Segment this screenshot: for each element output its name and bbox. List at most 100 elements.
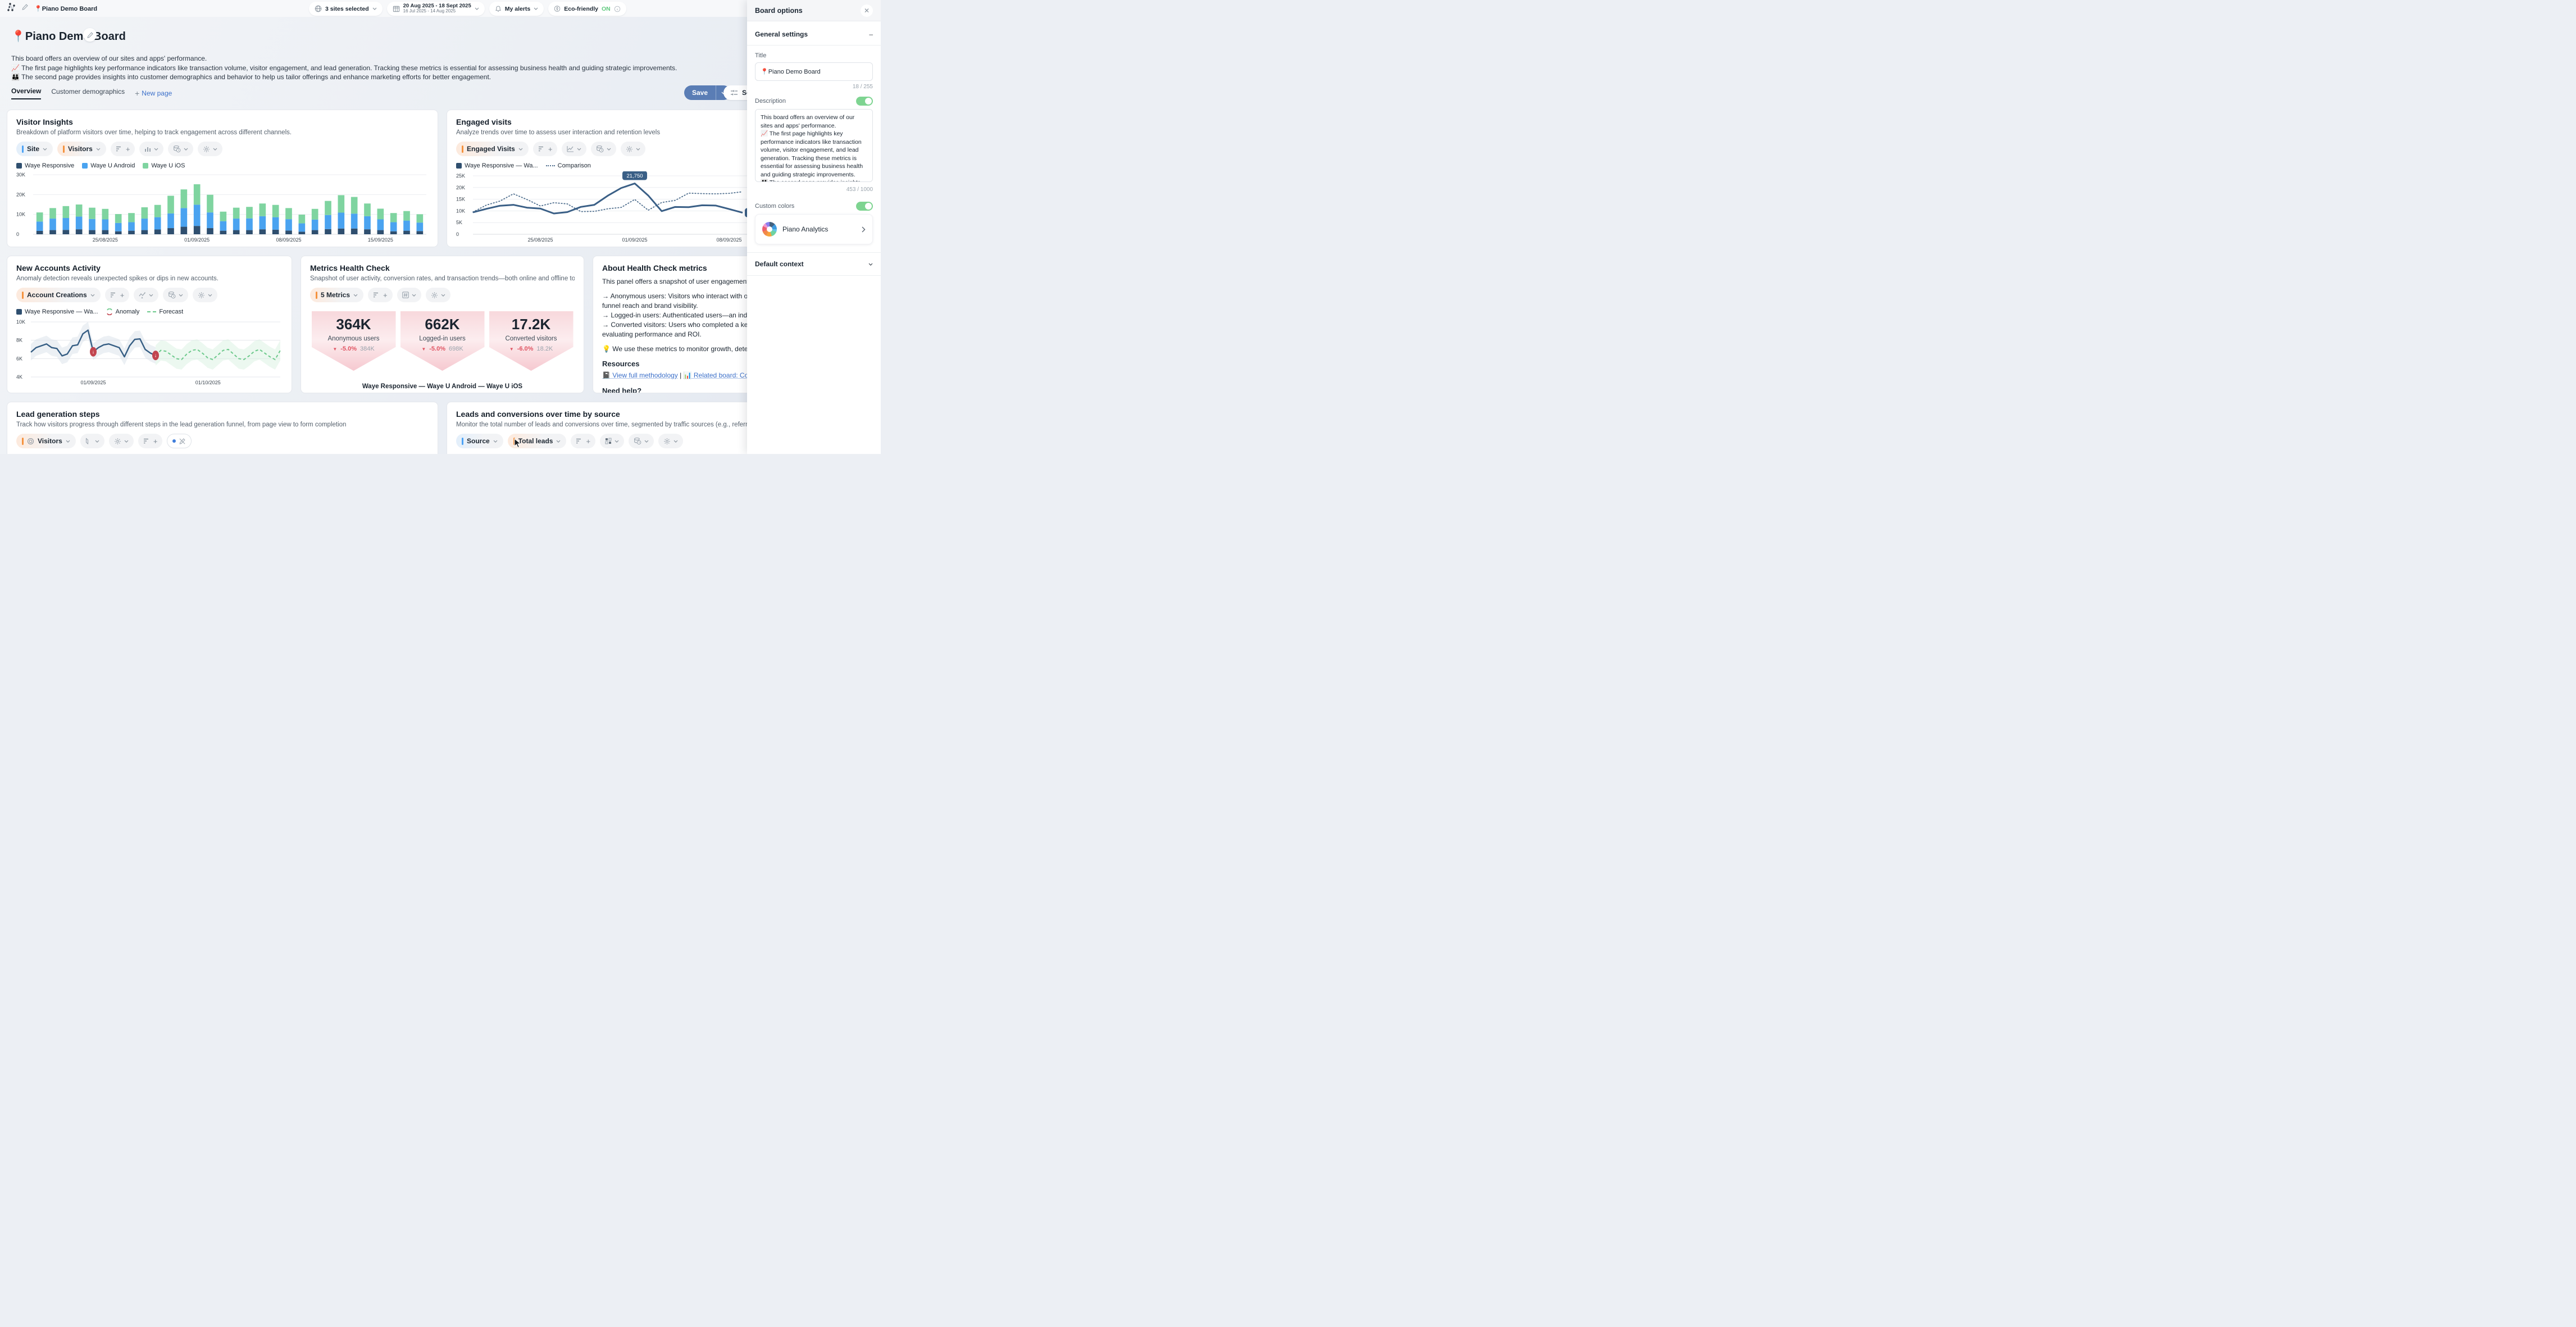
heatmap-type-button[interactable] <box>600 434 624 448</box>
metric-chip-5-metrics[interactable]: 5 Metrics <box>310 288 363 302</box>
funnel-type-button[interactable] <box>80 434 104 448</box>
chevron-down-icon <box>184 148 188 151</box>
tab-overview[interactable]: Overview <box>11 87 41 99</box>
filter-button[interactable]: + <box>571 434 595 448</box>
piano-analytics-logo[interactable] <box>7 3 16 15</box>
palette-selector[interactable]: Piano Analytics <box>755 214 873 244</box>
chevron-down-icon <box>179 294 183 297</box>
new-page-button[interactable]: +New page <box>135 89 172 98</box>
dashboard-root: 📍Piano Demo Board 3 sites selected 20 Au… <box>0 0 881 454</box>
chevron-down-icon <box>534 7 538 10</box>
board-title-input[interactable] <box>755 62 873 81</box>
board-description-textarea[interactable]: This board offers an overview of our sit… <box>755 109 873 182</box>
filter-icon <box>576 438 583 444</box>
panel-settings-button[interactable] <box>621 142 645 156</box>
chart-type-button[interactable] <box>139 142 163 156</box>
breadcrumb-board-name[interactable]: 📍Piano Demo Board <box>34 5 97 12</box>
panel-settings-button[interactable] <box>198 142 222 156</box>
my-alerts-button[interactable]: My alerts <box>489 2 544 16</box>
edit-board-icon[interactable] <box>21 3 29 13</box>
kpi-view-button[interactable] <box>397 288 421 302</box>
filter-button[interactable]: + <box>138 434 163 448</box>
dimension-chip-source[interactable]: Source <box>456 434 503 448</box>
gear-icon <box>203 146 210 153</box>
data-source-button[interactable] <box>629 434 654 448</box>
svg-text:15/09/2025: 15/09/2025 <box>368 237 393 243</box>
leaf-icon <box>554 5 561 12</box>
filter-button[interactable]: + <box>105 288 130 302</box>
kpi-group: 364K Anonymous users ▼-5.0%384K 662K Log… <box>310 311 575 371</box>
gear-icon <box>626 146 633 153</box>
description-toggle[interactable] <box>856 97 873 106</box>
panel-subtitle: Track how visitors progress through diff… <box>16 421 429 428</box>
dimension-chip-site[interactable]: Site <box>16 142 53 156</box>
gear-icon <box>114 438 121 445</box>
svg-text:20K: 20K <box>456 185 465 190</box>
panel-settings-button[interactable] <box>109 434 134 448</box>
svg-text:30K: 30K <box>16 172 25 178</box>
chevron-down-icon <box>577 148 581 151</box>
data-source-button[interactable] <box>163 288 188 302</box>
pencil-icon <box>87 31 94 39</box>
svg-text:08/09/2025: 08/09/2025 <box>276 237 301 243</box>
date-range-selector[interactable]: 20 Aug 2025 - 18 Sept 2025 16 Jul 2025 -… <box>387 2 485 16</box>
tab-customer-demographics[interactable]: Customer demographics <box>51 88 125 99</box>
data-source-button[interactable] <box>591 142 616 156</box>
pencil-off-icon <box>179 438 186 445</box>
globe-icon <box>315 5 322 12</box>
visitor-insights-chart: 010K20K30K25/08/202501/09/202508/09/2025… <box>16 171 430 243</box>
dotted-line-swatch <box>546 165 555 166</box>
filter-button[interactable]: + <box>111 142 135 156</box>
close-icon[interactable]: ✕ <box>861 4 873 17</box>
panel-lead-gen: Lead generation steps Track how visitors… <box>7 402 438 454</box>
anomaly-legend-icon <box>106 308 113 315</box>
svg-text:25/08/2025: 25/08/2025 <box>93 237 118 243</box>
chevron-down-icon <box>149 294 153 297</box>
info-icon[interactable] <box>614 6 621 12</box>
line-chart-icon <box>567 146 574 152</box>
svg-text:21,750: 21,750 <box>626 173 643 179</box>
anomaly-line-icon <box>139 292 146 298</box>
panel-settings-button[interactable] <box>658 434 683 448</box>
custom-colors-toggle[interactable] <box>856 202 873 211</box>
metric-chip-visitors-funnel[interactable]: Visitors <box>16 434 76 448</box>
chevron-down-icon <box>636 148 640 151</box>
page-title: 📍Piano Demo Board <box>11 29 126 43</box>
default-context-section[interactable]: Default context <box>755 253 873 275</box>
filter-icon <box>143 438 151 444</box>
chart-legend: Waye Responsive — Wa... Anomaly Forecast <box>16 308 283 315</box>
plus-icon: + <box>135 89 139 98</box>
methodology-link[interactable]: 📓 View full methodology <box>602 371 678 379</box>
chart-type-button[interactable] <box>562 142 586 156</box>
database-clock-icon <box>173 145 181 153</box>
svg-text:8K: 8K <box>16 338 22 343</box>
panel-settings-button[interactable] <box>426 288 450 302</box>
annotations-toggle-button[interactable] <box>167 434 192 448</box>
metric-chip-engaged-visits[interactable]: Engaged Visits <box>456 142 529 156</box>
edit-title-button[interactable] <box>83 28 97 42</box>
metric-chip-account-creations[interactable]: Account Creations <box>16 288 101 302</box>
collapse-section-button[interactable]: – <box>869 30 873 38</box>
filter-button[interactable]: + <box>533 142 558 156</box>
svg-text:10K: 10K <box>456 208 465 213</box>
eco-friendly-toggle[interactable]: Eco-friendly ON <box>548 2 626 16</box>
chevron-down-icon <box>644 440 649 443</box>
filter-button[interactable]: + <box>368 288 393 302</box>
anomaly-chart-button[interactable] <box>134 288 158 302</box>
date-range-comparison: 16 Jul 2025 - 14 Aug 2025 <box>403 9 471 13</box>
svg-text:01/10/2025: 01/10/2025 <box>195 380 221 385</box>
panel-settings-button[interactable] <box>193 288 217 302</box>
sites-selector[interactable]: 3 sites selected <box>309 2 383 16</box>
data-source-button[interactable] <box>168 142 193 156</box>
panel-title: Lead generation steps <box>16 410 429 419</box>
funnel-icon <box>85 438 92 444</box>
chevron-down-icon <box>475 7 479 10</box>
database-clock-icon <box>596 145 604 153</box>
chevron-down-icon <box>607 148 611 151</box>
chevron-right-icon <box>862 226 866 233</box>
description-field-label: Description <box>755 98 786 104</box>
chevron-down-icon <box>518 148 523 151</box>
chevron-down-icon <box>124 440 129 443</box>
metric-chip-visitors[interactable]: Visitors <box>57 142 106 156</box>
title-char-counter: 18 / 255 <box>755 84 873 90</box>
